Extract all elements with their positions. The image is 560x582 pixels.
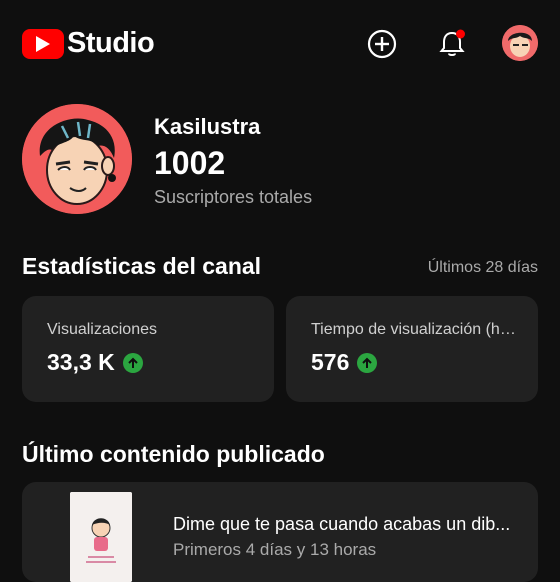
app-title: Studio — [67, 27, 155, 59]
views-label: Visualizaciones — [47, 321, 157, 338]
latest-video-card[interactable]: Dime que te pasa cuando acabas un dib...… — [22, 482, 538, 582]
notification-dot — [456, 29, 465, 39]
bell-icon — [439, 29, 465, 56]
watch-time-card[interactable]: Tiempo de visualización (ho... 576 — [286, 296, 538, 402]
top-app-bar: Studio — [0, 0, 560, 86]
views-card[interactable]: Visualizaciones 33,3 K — [22, 296, 274, 402]
channel-stats-title: Estadísticas del canal — [22, 253, 262, 279]
video-title: Dime que te pasa cuando acabas un dib... — [173, 514, 511, 534]
channel-avatar[interactable] — [22, 104, 132, 214]
views-value: 33,3 K — [47, 349, 115, 375]
video-thumbnail[interactable] — [70, 492, 132, 582]
stats-period: Últimos 28 días — [427, 259, 538, 276]
trend-up-icon — [122, 352, 143, 373]
video-timeframe: Primeros 4 días y 13 horas — [173, 540, 377, 559]
add-circle-icon — [367, 29, 397, 59]
create-button[interactable] — [364, 26, 400, 62]
watch-time-label: Tiempo de visualización (ho... — [311, 321, 516, 338]
watch-time-value: 576 — [311, 349, 350, 375]
youtube-play-icon — [22, 28, 64, 59]
youtube-studio-logo[interactable]: Studio — [22, 27, 155, 60]
subscriber-count: 1002 — [154, 145, 226, 181]
channel-name: Kasilustra — [154, 114, 261, 139]
latest-content-title: Último contenido publicado — [22, 441, 325, 467]
account-avatar[interactable] — [502, 25, 538, 61]
subscriber-label: Suscriptores totales — [154, 187, 313, 207]
notifications-button[interactable] — [434, 26, 470, 62]
trend-up-icon — [357, 352, 378, 373]
